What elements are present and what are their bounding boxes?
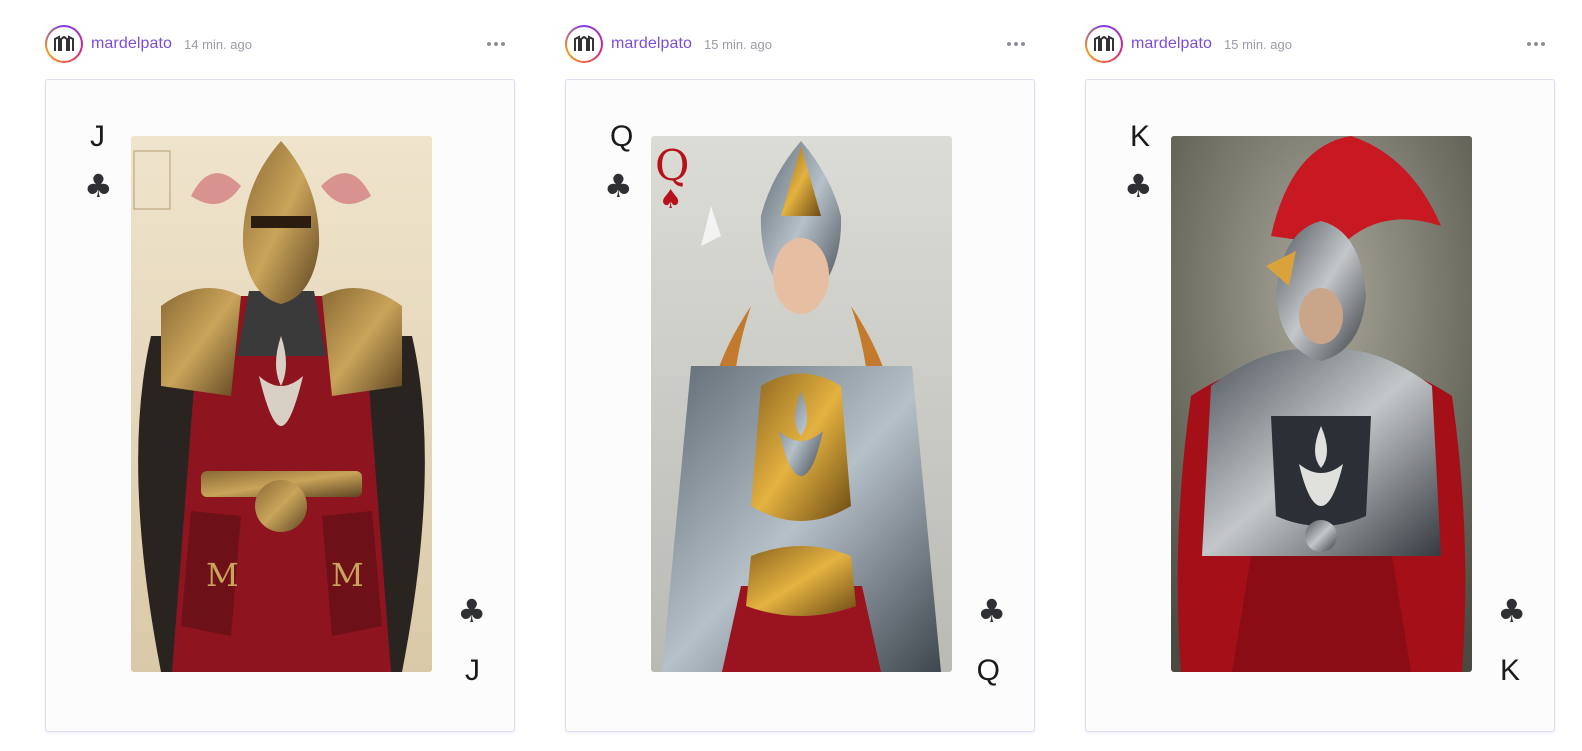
post-header: mardelpato 15 min. ago (565, 25, 1035, 63)
avatar[interactable] (1085, 25, 1123, 63)
more-options-button[interactable] (1005, 33, 1027, 55)
post-timestamp: 15 min. ago (1224, 36, 1292, 52)
card-rank-bottom: K (1499, 654, 1520, 687)
avatar-logo-icon (47, 27, 81, 61)
card-rank-bottom: Q (976, 654, 1000, 687)
card-rank-top: Q (610, 120, 634, 153)
card-artwork-queen: Q ♠ (651, 136, 952, 672)
username-link[interactable]: mardelpato (611, 35, 692, 53)
avatar-logo-icon (1087, 27, 1121, 61)
playing-card[interactable]: J ♣ M M ♣ J (45, 79, 515, 732)
username-link[interactable]: mardelpato (1131, 35, 1212, 53)
more-options-button[interactable] (1525, 33, 1547, 55)
more-options-button[interactable] (485, 33, 507, 55)
card-rank-top: J (90, 120, 105, 153)
post-card-queen: mardelpato 15 min. ago Q ♣ Q ♠ ♣ Q (565, 0, 1035, 751)
post-card-king: mardelpato 15 min. ago K ♣ ♣ K (1085, 0, 1555, 751)
post-timestamp: 15 min. ago (704, 36, 772, 52)
club-icon: ♣ (1124, 167, 1153, 205)
avatar-logo-icon (567, 27, 601, 61)
avatar[interactable] (45, 25, 83, 63)
club-icon: ♣ (977, 592, 1006, 630)
username-link[interactable]: mardelpato (91, 35, 172, 53)
post-card-jack: mardelpato 14 min. ago J ♣ M M ♣ J (45, 0, 515, 751)
playing-card[interactable]: K ♣ ♣ K (1085, 79, 1555, 732)
post-header: mardelpato 15 min. ago (1085, 25, 1555, 63)
art-corner-index: Q (655, 141, 689, 190)
club-icon: ♣ (84, 167, 113, 205)
avatar[interactable] (565, 25, 603, 63)
card-artwork-jack: M M (131, 136, 432, 672)
playing-card[interactable]: Q ♣ Q ♠ ♣ Q (565, 79, 1035, 732)
card-artwork-king (1171, 136, 1472, 672)
post-timestamp: 14 min. ago (184, 36, 252, 52)
card-rank-top: K (1130, 120, 1151, 153)
card-rank-bottom: J (465, 654, 480, 687)
post-header: mardelpato 14 min. ago (45, 25, 515, 63)
svg-text:M: M (331, 556, 364, 594)
club-icon: ♣ (604, 167, 633, 205)
svg-text:M: M (206, 556, 239, 594)
club-icon: ♣ (457, 592, 486, 630)
art-corner-spade: ♠ (659, 185, 682, 215)
club-icon: ♣ (1497, 592, 1526, 630)
